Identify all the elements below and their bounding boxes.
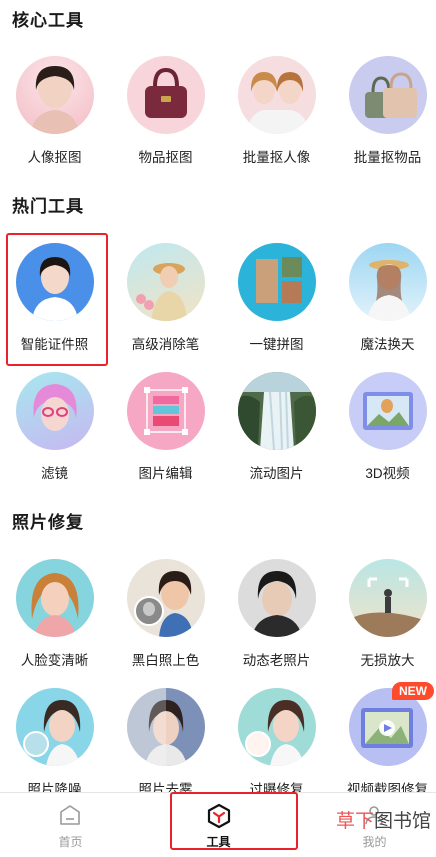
overexposure-icon <box>237 688 316 766</box>
upscale-icon <box>348 559 427 637</box>
tool-face-sharpen[interactable]: 人脸变清晰 <box>0 559 109 669</box>
tool-colorize[interactable]: 黑白照上色 <box>111 559 220 669</box>
tool-label: 人脸变清晰 <box>20 653 89 668</box>
tab-label: 我的 <box>362 835 387 849</box>
animate-photo-icon <box>237 559 316 637</box>
new-badge: NEW <box>392 682 434 700</box>
watermark-part1: 草下 <box>336 810 375 832</box>
tool-label: 黑白照上色 <box>131 653 200 668</box>
tool-overexposure[interactable]: 过曝修复 <box>222 688 331 798</box>
tool-label: 滤镜 <box>41 466 68 481</box>
tool-label: 魔法换天 <box>360 337 415 352</box>
id-photo-icon <box>15 243 94 321</box>
3d-video-icon <box>348 372 427 450</box>
colorize-icon <box>126 559 205 637</box>
tool-label: 批量抠物品 <box>353 150 422 165</box>
tool-label: 流动图片 <box>249 466 304 481</box>
eraser-icon <box>126 243 205 321</box>
tool-motion-image[interactable]: 流动图片 <box>222 372 331 482</box>
sky-replace-icon <box>348 243 427 321</box>
collage-icon <box>237 243 316 321</box>
batch-portrait-icon <box>237 56 316 134</box>
tool-label: 批量抠人像 <box>242 150 311 165</box>
portrait-cutout-icon <box>15 56 94 134</box>
tool-dehaze[interactable]: 照片去雾 <box>111 688 220 798</box>
tool-collage[interactable]: 一键拼图 <box>222 243 331 353</box>
tool-sky-replace[interactable]: 魔法换天 <box>333 243 436 353</box>
tool-upscale[interactable]: 无损放大 <box>333 559 436 669</box>
tool-label: 动态老照片 <box>242 653 311 668</box>
tool-batch-portrait[interactable]: 批量抠人像 <box>222 56 331 166</box>
tab-highlight <box>170 792 298 850</box>
tool-label: 高级消除笔 <box>131 337 200 352</box>
section-title-core: 核心工具 <box>12 11 84 30</box>
tool-portrait-cutout[interactable]: 人像抠图 <box>0 56 109 166</box>
tool-3d-video[interactable]: 3D视频 <box>333 372 436 482</box>
tool-denoise[interactable]: 照片降噪 <box>0 688 109 798</box>
object-cutout-icon <box>126 56 205 134</box>
dehaze-icon <box>126 688 205 766</box>
tool-eraser[interactable]: 高级消除笔 <box>111 243 220 353</box>
tool-object-cutout[interactable]: 物品抠图 <box>111 56 220 166</box>
motion-image-icon <box>237 372 316 450</box>
tool-animate-photo[interactable]: 动态老照片 <box>222 559 331 669</box>
watermark-part2: 图书馆 <box>374 810 432 832</box>
tool-video-frame[interactable]: NEW 视频截图修复 <box>333 682 436 798</box>
tool-batch-object[interactable]: 批量抠物品 <box>333 56 436 166</box>
tool-id-photo[interactable]: 智能证件照 <box>0 243 109 353</box>
tool-label: 一键拼图 <box>249 337 304 352</box>
tab-home[interactable]: 首页 <box>16 793 125 857</box>
section-title-hot: 热门工具 <box>12 197 84 216</box>
home-icon <box>60 805 80 825</box>
image-edit-icon <box>126 372 205 450</box>
tool-label: 图片编辑 <box>138 466 193 481</box>
denoise-icon <box>15 688 94 766</box>
watermark: 草下图书馆 <box>336 806 431 833</box>
tool-label: 物品抠图 <box>138 150 193 165</box>
tool-label: 智能证件照 <box>20 337 89 352</box>
batch-object-icon <box>348 56 427 134</box>
tool-label: 3D视频 <box>365 466 410 481</box>
filter-icon <box>15 372 94 450</box>
tool-image-edit[interactable]: 图片编辑 <box>111 372 220 482</box>
section-title-repair: 照片修复 <box>12 513 84 532</box>
face-sharpen-icon <box>15 559 94 637</box>
tab-label: 首页 <box>58 835 83 849</box>
tool-filter[interactable]: 滤镜 <box>0 372 109 482</box>
tool-label: 人像抠图 <box>27 150 82 165</box>
tool-label: 无损放大 <box>360 653 415 668</box>
